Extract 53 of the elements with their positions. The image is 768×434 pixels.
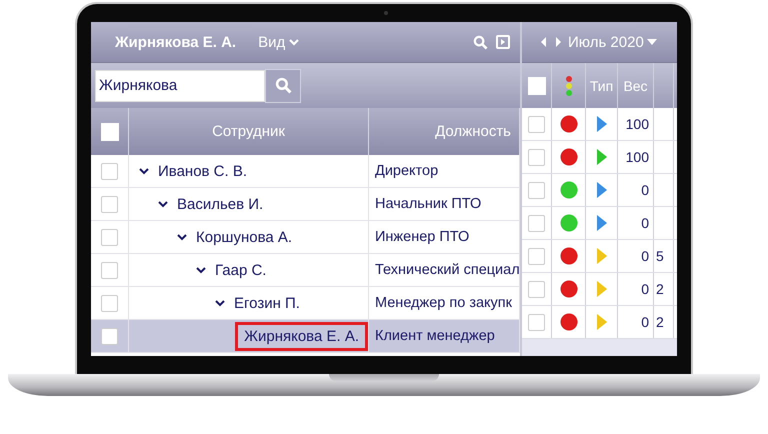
position-cell: Технический специал [375,262,519,278]
table-cell: 2 [656,314,664,330]
chevron-down-icon[interactable] [158,200,168,208]
traffic-light-icon [564,74,572,96]
row-checkbox[interactable] [101,228,118,246]
weight-cell: 0 [641,281,649,297]
weight-cell: 100 [626,116,649,132]
row-checkbox[interactable] [101,196,118,212]
caret-down-icon[interactable] [646,38,657,46]
weight-cell: 0 [641,182,649,198]
position-cell: Менеджер по закупк [375,295,512,311]
position-cell: Начальник ПТО [375,196,482,212]
employee-name[interactable]: Гаар С. [206,256,276,284]
row-checkbox[interactable] [528,280,545,298]
row-checkbox[interactable] [528,182,545,198]
table-cell: 2 [656,281,664,297]
position-cell: Клиент менеджер [375,328,495,344]
employee-name[interactable]: Коршунова А. [187,222,302,252]
weight-cell: 0 [641,215,649,231]
search-button[interactable] [265,68,301,102]
row-checkbox[interactable] [101,162,118,180]
export-icon[interactable] [496,35,510,49]
row-checkbox[interactable] [528,248,545,264]
weight-cell: 100 [626,149,649,165]
table-cell: 5 [656,248,664,264]
row-checkbox[interactable] [101,294,118,312]
row-checkbox[interactable] [528,148,545,166]
row-checkbox[interactable] [528,314,545,330]
position-cell: Директор [375,163,438,179]
previous-icon[interactable] [540,36,548,48]
employee-name[interactable]: Егозин П. [225,288,309,318]
row-checkbox[interactable] [528,214,545,232]
chevron-down-icon[interactable] [215,299,225,307]
window-title: Жирнякова Е. А. [115,34,236,50]
row-checkbox[interactable] [101,262,118,278]
chevron-down-icon[interactable] [139,167,149,175]
chevron-down-icon[interactable] [196,266,206,274]
search-field[interactable]: Жирнякова [95,70,265,102]
row-checkbox[interactable] [101,328,118,344]
search-icon[interactable] [473,34,488,50]
camera-icon [384,11,388,15]
employee-name[interactable]: Жирнякова Е. А. [235,322,368,350]
search-icon[interactable] [274,77,292,94]
next-icon[interactable] [554,36,562,48]
weight-cell: 0 [641,248,649,264]
employee-name[interactable]: Васильев И. [168,190,272,218]
position-cell: Инженер ПТО [375,229,470,245]
row-checkbox[interactable] [528,116,545,132]
employee-name[interactable]: Иванов С. В. [149,156,256,186]
chevron-down-icon[interactable] [177,233,187,241]
weight-cell: 0 [641,314,649,330]
select-all-checkbox[interactable] [528,76,546,94]
select-all-checkbox[interactable] [100,122,118,140]
